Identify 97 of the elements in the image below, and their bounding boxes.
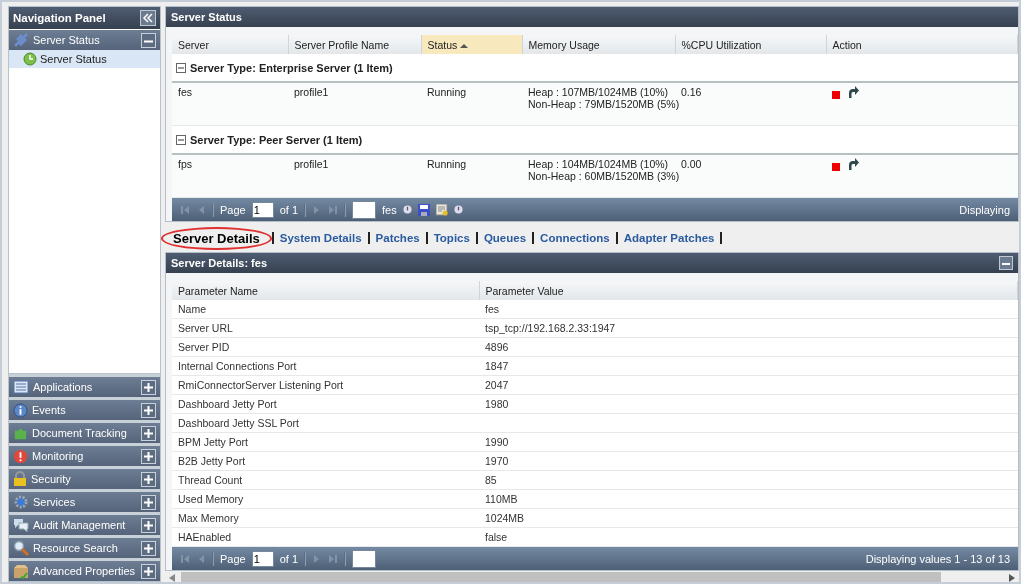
table-cell: 85 <box>479 470 1018 490</box>
table-cell: 2047 <box>479 375 1018 395</box>
column-header[interactable]: %CPU Utilization <box>675 35 826 54</box>
alert-icon <box>13 448 28 464</box>
column-header[interactable]: Status <box>421 35 522 54</box>
info-icon[interactable] <box>453 205 463 214</box>
box-icon <box>13 563 29 579</box>
scroll-right-icon[interactable] <box>1009 574 1015 582</box>
sort-ascending-icon <box>460 42 469 49</box>
table-cell: 1970 <box>479 451 1018 471</box>
table-cell: BPM Jetty Port <box>172 432 479 452</box>
table-cell: Running <box>421 154 522 198</box>
collapse-button[interactable] <box>141 32 156 48</box>
column-header[interactable]: Parameter Value <box>479 281 1018 300</box>
table-cell: 110MB <box>479 489 1018 509</box>
table-cell: Used Memory <box>172 489 479 509</box>
table-cell: Thread Count <box>172 470 479 490</box>
display-count: Displaying <box>959 203 1010 216</box>
scroll-left-icon[interactable] <box>169 574 175 582</box>
filter-label: fes <box>382 203 397 216</box>
expand-button[interactable] <box>141 425 156 441</box>
column-header[interactable]: Parameter Name <box>172 281 479 300</box>
column-header[interactable]: Action <box>826 35 1018 54</box>
table-cell: Internal Connections Port <box>172 356 479 376</box>
table-cell: Max Memory <box>172 508 479 528</box>
table-cell: tsp_tcp://192.168.2.33:1947 <box>479 318 1018 338</box>
table-cell: B2B Jetty Port <box>172 451 479 471</box>
table-cell: Name <box>172 300 479 319</box>
gear-icon <box>13 494 29 510</box>
page-field[interactable]: 1 <box>251 550 274 567</box>
tab[interactable]: Server Details <box>167 230 266 246</box>
group-label: Server Type: Peer Server (1 Item) <box>190 134 363 146</box>
table-cell: 1024MB <box>479 508 1018 528</box>
page-label: Page <box>220 203 246 216</box>
table-cell: profile1 <box>288 82 421 126</box>
tab[interactable]: Adapter Patches <box>617 232 721 244</box>
expand-button[interactable] <box>141 517 156 533</box>
table-cell: profile1 <box>288 154 421 198</box>
nav-item[interactable]: Server Status <box>9 50 160 68</box>
panel-title: Server Details: fes <box>171 257 267 269</box>
column-header[interactable]: Server <box>172 35 288 54</box>
table-cell: 4896 <box>479 337 1018 357</box>
tab[interactable]: Topics <box>427 232 476 244</box>
table-cell: fes <box>479 300 1018 319</box>
page-count: of 1 <box>279 552 299 565</box>
tab[interactable]: Patches <box>369 232 426 244</box>
panel-title: Server Status <box>171 11 242 23</box>
column-header[interactable]: Server Profile Name <box>288 35 421 54</box>
table-cell: fps <box>172 154 288 198</box>
filter-field[interactable] <box>352 200 377 219</box>
expand-button[interactable] <box>141 494 156 510</box>
info-icon[interactable] <box>402 205 412 214</box>
tab[interactable]: System Details <box>273 232 368 244</box>
expand-button[interactable] <box>141 540 156 556</box>
search-icon <box>13 540 29 556</box>
tab[interactable]: Queues <box>477 232 533 244</box>
expand-button[interactable] <box>141 448 156 464</box>
column-header[interactable]: Memory Usage <box>522 35 675 54</box>
tab[interactable]: Connections <box>534 232 616 244</box>
page-count: of 1 <box>279 203 299 216</box>
info-icon <box>13 402 28 418</box>
scrollbar-thumb[interactable] <box>181 572 941 582</box>
restart-icon[interactable] <box>846 158 859 171</box>
expand-button[interactable] <box>141 471 156 487</box>
network-icon <box>13 32 29 48</box>
page-label: Page <box>220 552 246 565</box>
display-count: Displaying values 1 - 13 of 13 <box>865 552 1010 565</box>
table-cell: fes <box>172 82 288 126</box>
table-cell: false <box>479 527 1018 547</box>
list-icon <box>13 380 29 394</box>
expand-button[interactable] <box>141 563 156 579</box>
report-icon[interactable] <box>435 203 448 216</box>
table-cell: 1990 <box>479 432 1018 452</box>
lock-icon <box>13 471 27 487</box>
table-cell: 1847 <box>479 356 1018 376</box>
table-cell: RmiConnectorServer Listening Port <box>172 375 479 395</box>
table-cell: Running <box>421 82 522 126</box>
table-cell: Server URL <box>172 318 479 338</box>
table-cell: 1980 <box>479 394 1018 414</box>
page-field[interactable]: 1 <box>251 201 274 218</box>
chat-icon <box>13 517 29 533</box>
panel-title: Navigation Panel <box>13 12 106 24</box>
save-icon[interactable] <box>417 203 430 216</box>
collapse-panel-button[interactable] <box>140 10 156 26</box>
group-toggle[interactable] <box>176 63 186 73</box>
clock-icon <box>23 52 37 66</box>
collapse-button[interactable] <box>999 256 1013 270</box>
restart-icon[interactable] <box>846 86 859 99</box>
table-cell: Dashboard Jetty Port <box>172 394 479 414</box>
table-cell: HAEnabled <box>172 527 479 547</box>
filter-field[interactable] <box>352 549 377 568</box>
group-label: Server Type: Enterprise Server (1 Item) <box>190 62 393 74</box>
group-toggle[interactable] <box>176 135 186 145</box>
table-cell: Server PID <box>172 337 479 357</box>
expand-button[interactable] <box>141 379 156 395</box>
expand-button[interactable] <box>141 402 156 418</box>
table-cell: Dashboard Jetty SSL Port <box>172 413 479 433</box>
